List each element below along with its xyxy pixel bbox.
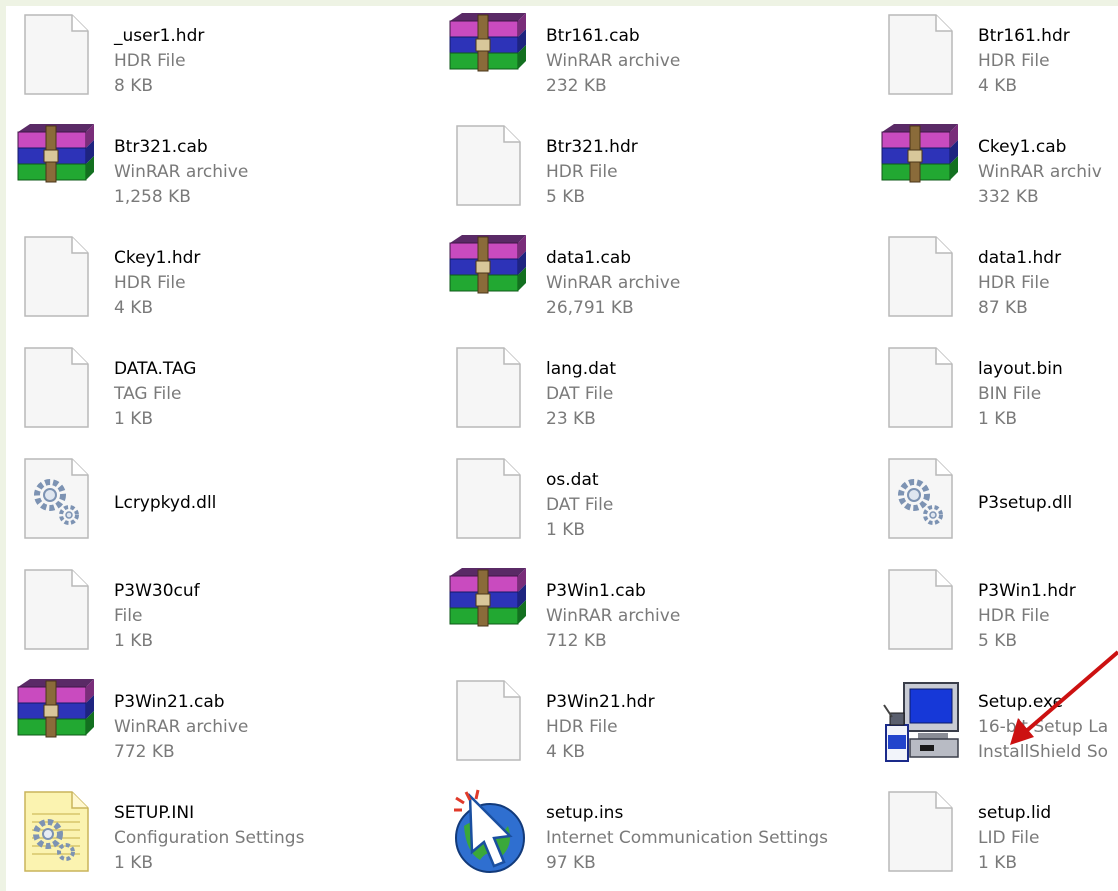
annotation-arrow: [1010, 650, 1118, 745]
